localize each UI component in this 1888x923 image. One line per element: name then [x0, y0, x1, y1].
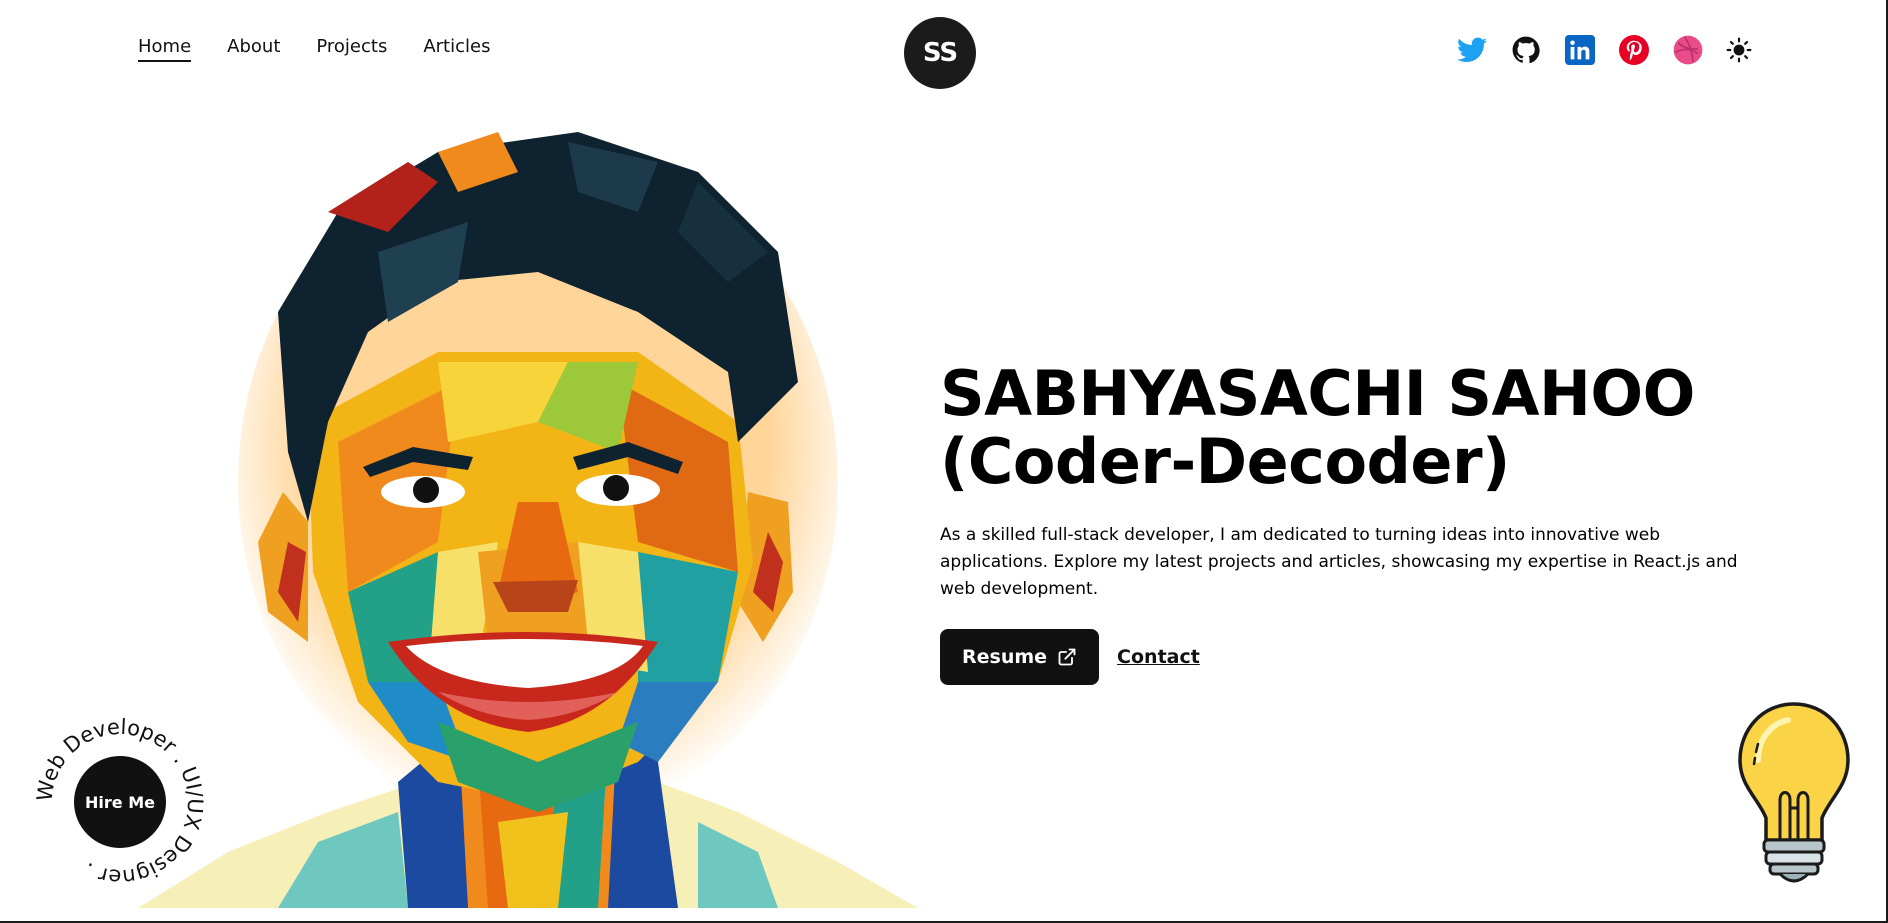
external-link-icon [1058, 648, 1076, 666]
social-links [1456, 34, 1752, 66]
linkedin-icon[interactable] [1564, 34, 1596, 66]
hire-me-label: Hire Me [85, 792, 155, 812]
lightbulb-icon [1738, 702, 1850, 883]
nav-articles[interactable]: Articles [423, 36, 490, 62]
hero-actions: Resume Contact [940, 629, 1770, 685]
hero-description: As a skilled full-stack developer, I am … [940, 525, 1738, 599]
twitter-icon[interactable] [1456, 34, 1488, 66]
nav-projects[interactable]: Projects [316, 36, 387, 62]
hire-me-badge: Web Developer . UI/UX Designer . Hire Me [30, 712, 210, 892]
resume-label: Resume [962, 646, 1048, 668]
github-icon[interactable] [1510, 34, 1542, 66]
hero-alias: (Coder-Decoder) [940, 425, 1510, 498]
hire-me-button[interactable]: Hire Me [74, 756, 166, 848]
hero-title: SABHYASACHI SAHOO (Coder-Decoder) [940, 360, 1770, 496]
resume-button[interactable]: Resume [940, 629, 1100, 685]
hero-name: SABHYASACHI SAHOO [940, 357, 1695, 430]
pinterest-icon[interactable] [1618, 34, 1650, 66]
sun-icon[interactable] [1726, 34, 1752, 66]
contact-link[interactable]: Contact [1117, 646, 1200, 668]
nav-about[interactable]: About [227, 36, 280, 62]
logo-initials: SS [922, 38, 958, 68]
dribbble-icon[interactable] [1672, 34, 1704, 66]
profile-portrait [138, 132, 918, 908]
site-logo[interactable]: SS [904, 17, 976, 89]
nav-home[interactable]: Home [138, 36, 192, 62]
main-nav: Home About Projects Articles [138, 36, 490, 62]
hero-section: SABHYASACHI SAHOO (Coder-Decoder) As a s… [940, 360, 1770, 685]
